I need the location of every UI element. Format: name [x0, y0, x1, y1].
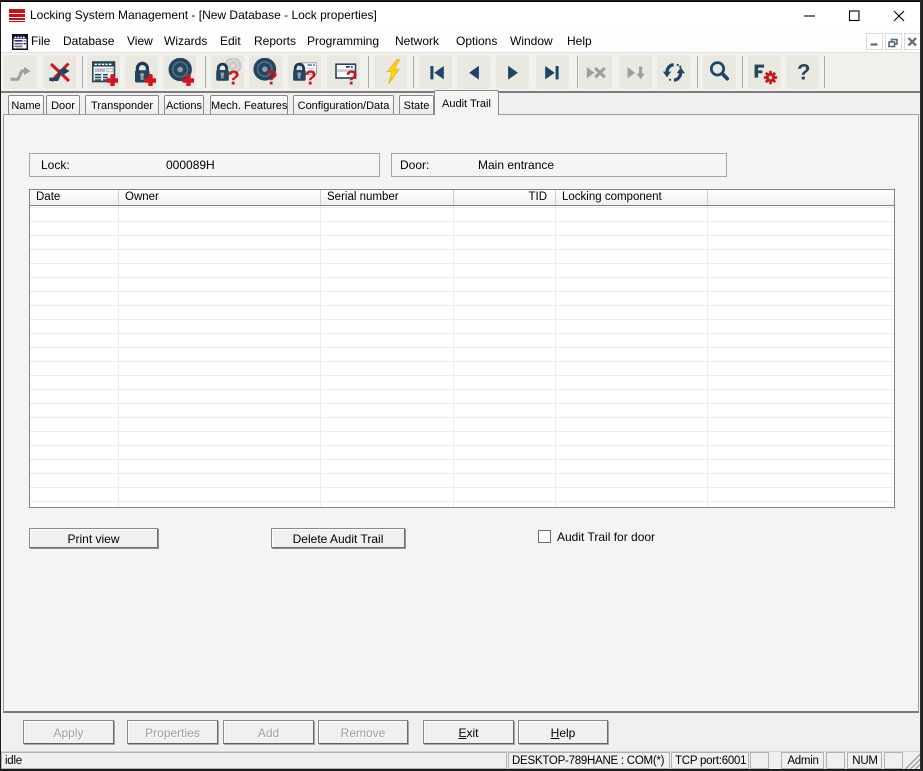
svg-text:?: ? — [265, 68, 277, 87]
svg-text:?: ? — [304, 68, 316, 87]
svg-text:?: ? — [227, 68, 239, 87]
svg-text:?: ? — [797, 60, 810, 85]
svg-text:?: ? — [345, 68, 357, 87]
